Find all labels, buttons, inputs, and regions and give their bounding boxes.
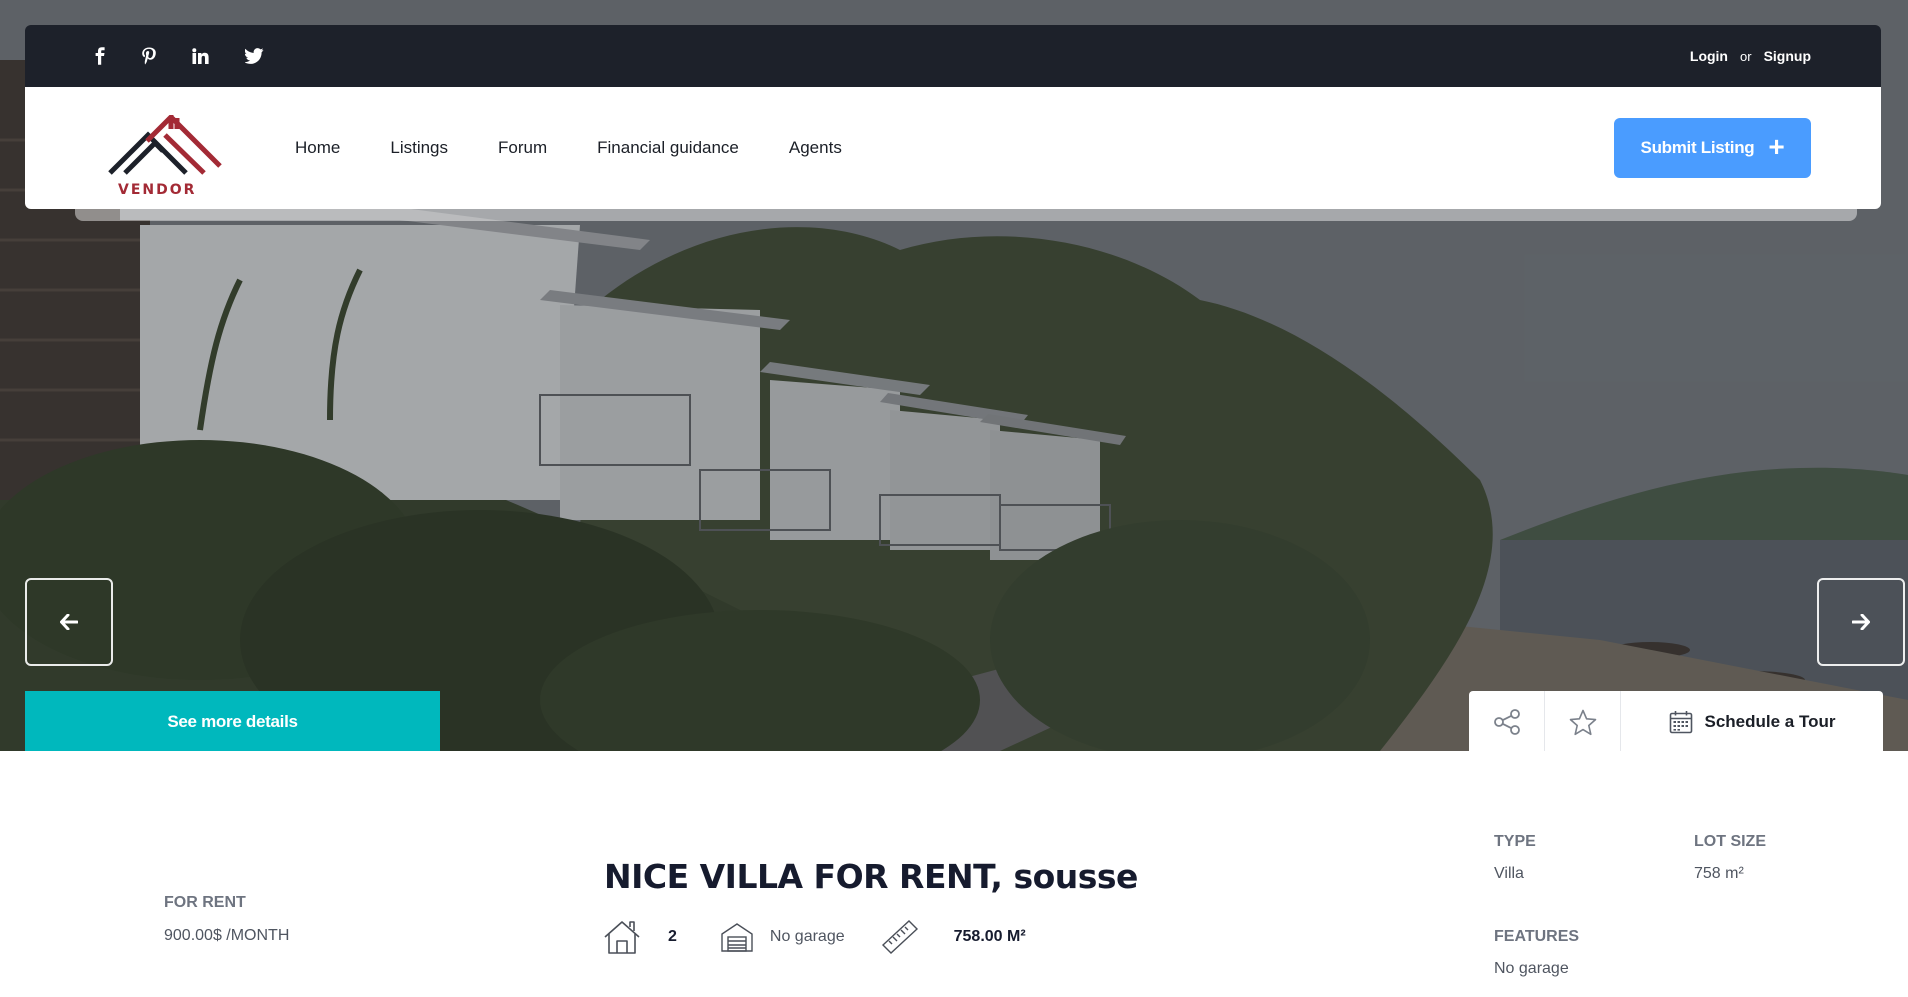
arrow-right-icon xyxy=(1852,614,1870,630)
star-icon xyxy=(1569,709,1596,735)
linkedin-icon[interactable] xyxy=(187,43,213,69)
primary-nav: Home Listings Forum Financial guidance A… xyxy=(295,87,892,209)
listing-details: FOR RENT 900.00$ /MONTH NICE VILLA FOR R… xyxy=(25,751,1883,997)
carousel-next-button[interactable] xyxy=(1817,578,1905,666)
facebook-icon[interactable] xyxy=(87,43,113,69)
carousel-prev-button[interactable] xyxy=(25,578,113,666)
features-label: FEATURES xyxy=(1494,928,1580,945)
or-separator: or xyxy=(1740,48,1752,64)
listing-title: NICE VILLA FOR RENT, sousse xyxy=(604,857,1138,896)
nav-listings[interactable]: Listings xyxy=(390,138,448,158)
submit-listing-label: Submit Listing xyxy=(1640,138,1755,157)
logo-text: VENDOR xyxy=(118,182,197,198)
login-link[interactable]: Login xyxy=(1690,48,1728,64)
nav-agents[interactable]: Agents xyxy=(789,138,842,158)
favorite-button[interactable] xyxy=(1545,691,1621,753)
twitter-icon[interactable] xyxy=(241,43,267,69)
top-bar: Login or Signup xyxy=(25,25,1881,87)
share-button[interactable] xyxy=(1469,691,1545,753)
signup-link[interactable]: Signup xyxy=(1764,48,1811,64)
features-value: No garage xyxy=(1494,960,1569,977)
listing-specs: 2 No garage 758.00 M² xyxy=(603,919,1026,955)
nav-financial-guidance[interactable]: Financial guidance xyxy=(597,138,739,158)
nav-forum[interactable]: Forum xyxy=(498,138,547,158)
vendor-logo[interactable] xyxy=(105,115,225,189)
plus-icon: + xyxy=(1768,130,1785,162)
type-label: TYPE xyxy=(1494,833,1536,850)
arrow-left-icon xyxy=(60,614,78,630)
features-block: FEATURES No garage xyxy=(1494,928,1579,978)
pinterest-icon[interactable] xyxy=(136,43,162,69)
lot-size-value: 758 m² xyxy=(1694,865,1744,882)
schedule-tour-button[interactable]: Schedule a Tour xyxy=(1621,691,1883,753)
nav-home[interactable]: Home xyxy=(295,138,340,158)
lot-size-label: LOT SIZE xyxy=(1694,833,1766,850)
lot-size-block: LOT SIZE 758 m² xyxy=(1694,833,1766,883)
size-value: 758.00 M² xyxy=(953,928,1026,945)
garage-icon xyxy=(720,922,754,952)
ruler-icon xyxy=(881,919,919,955)
see-more-details-button[interactable]: See more details xyxy=(25,691,440,752)
type-value: Villa xyxy=(1494,865,1524,882)
main-navbar: VENDOR Home Listings Forum Financial gui… xyxy=(25,87,1881,209)
auth-links: Login or Signup xyxy=(1690,25,1811,87)
submit-listing-button[interactable]: Submit Listing + xyxy=(1614,118,1811,178)
bedrooms-count: 2 xyxy=(668,928,677,945)
type-block: TYPE Villa xyxy=(1494,833,1536,883)
listing-price: 900.00$ /MONTH xyxy=(164,927,290,944)
listing-actions: Schedule a Tour xyxy=(1469,691,1883,753)
schedule-tour-label: Schedule a Tour xyxy=(1704,712,1836,731)
listing-status: FOR RENT xyxy=(164,894,246,911)
calendar-icon xyxy=(1669,711,1692,734)
garage-value: No garage xyxy=(769,928,845,945)
house-icon xyxy=(603,919,641,955)
share-icon xyxy=(1493,709,1520,735)
